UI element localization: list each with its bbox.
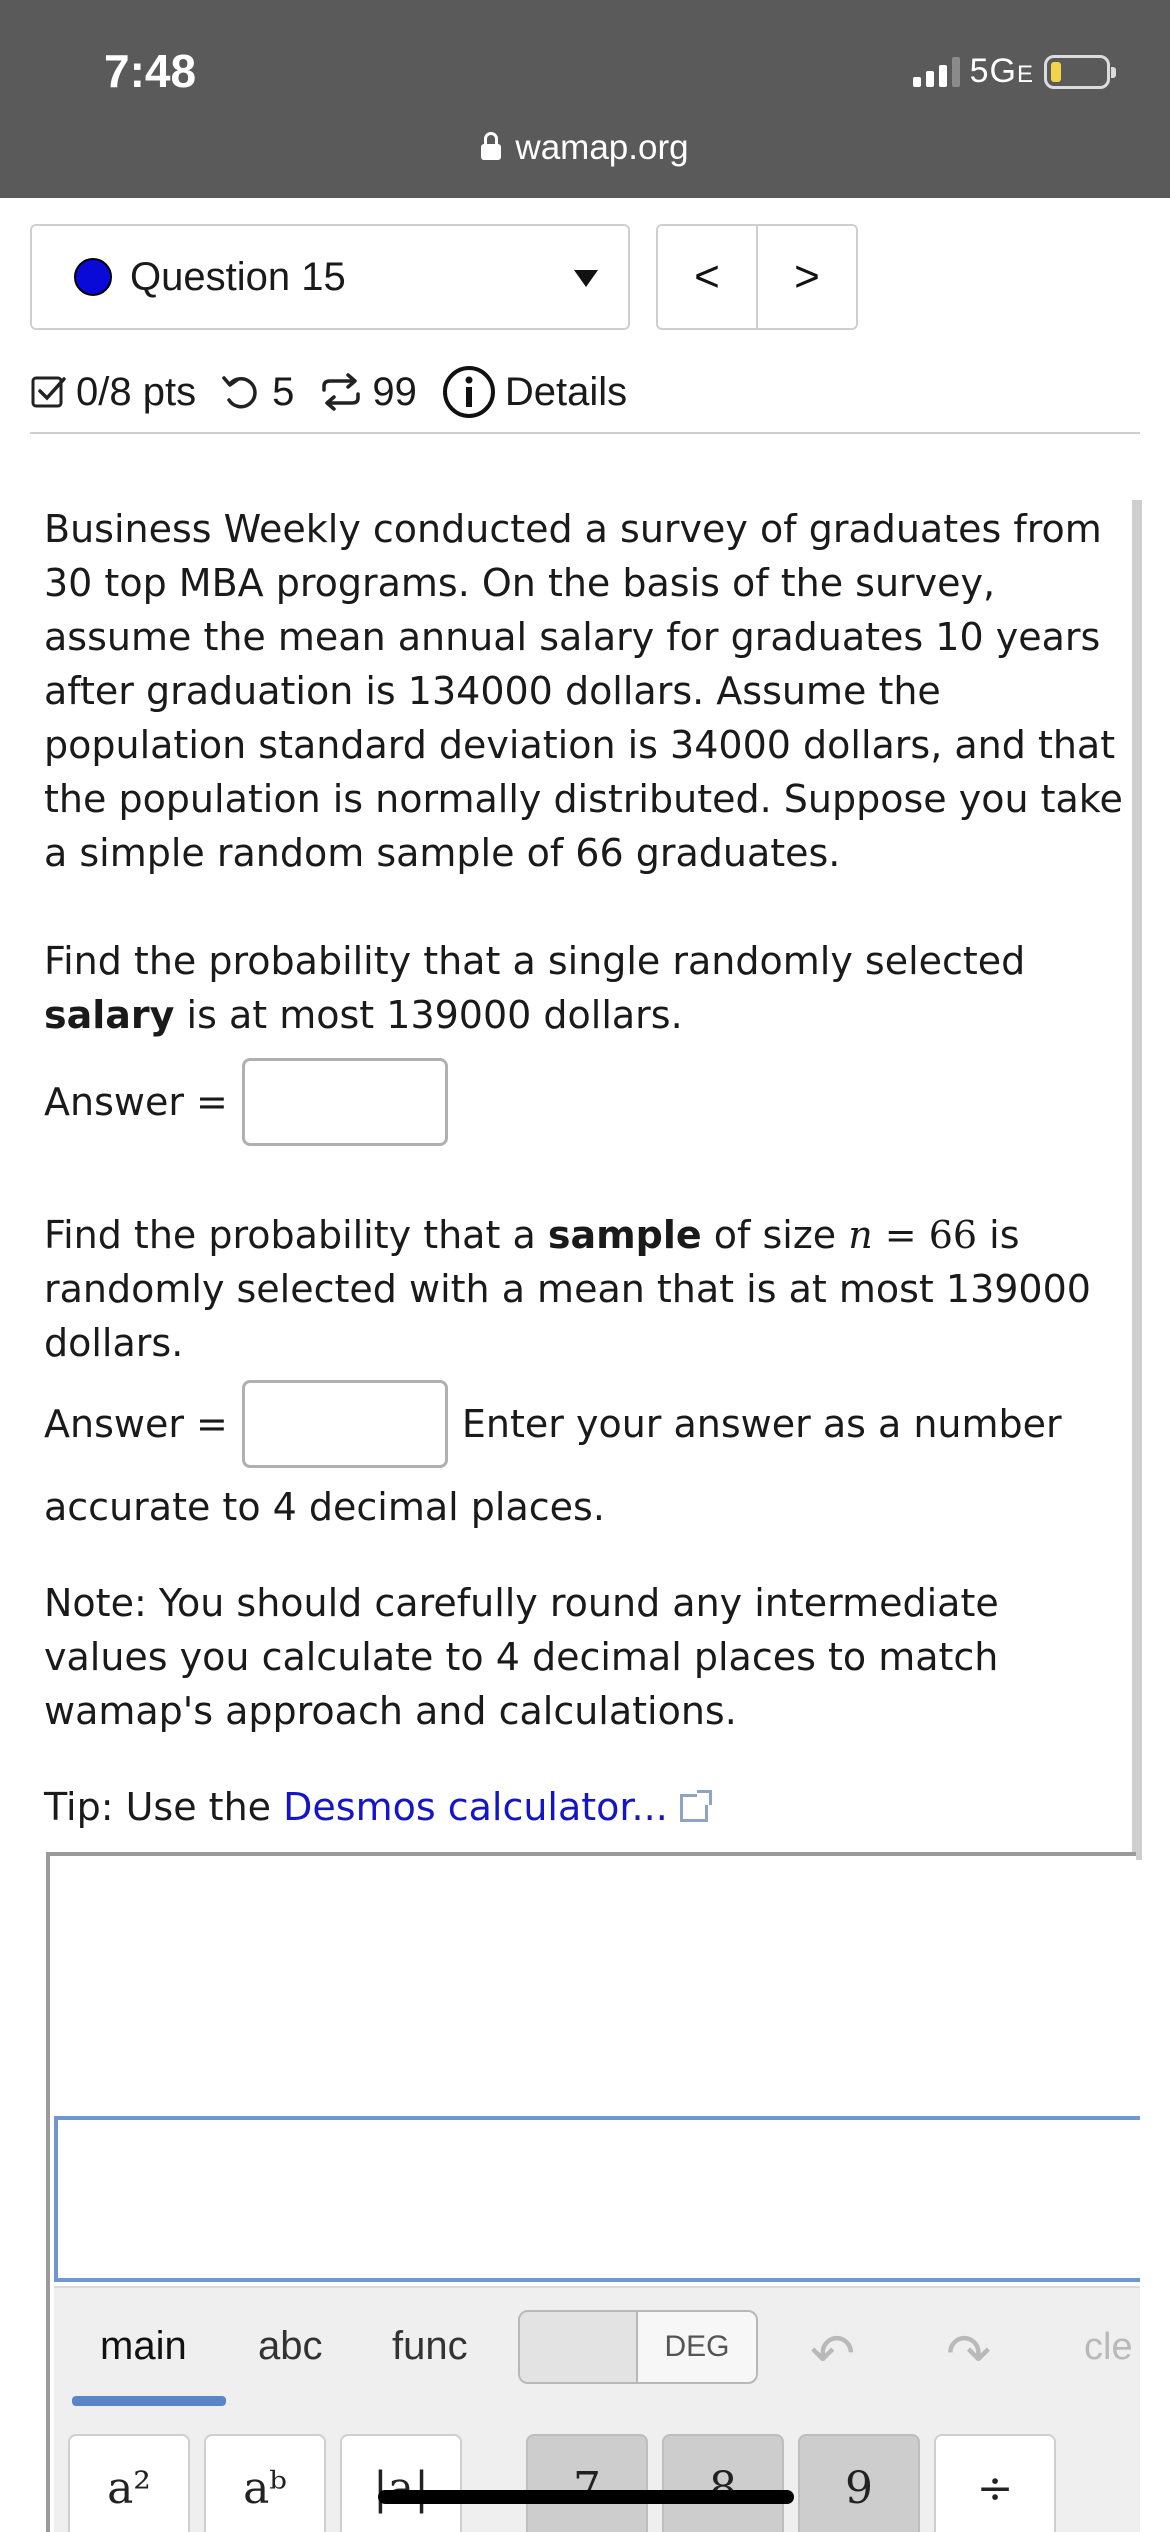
desmos-calculator: main abc func DEG ↶ ↷ cle a² aᵇ |a| 7 8 … (46, 1852, 1140, 2532)
answer2-row: Answer = Enter your answer as a number (44, 1380, 1134, 1468)
active-tab-indicator (72, 2396, 226, 2406)
question-content: Business Weekly conducted a survey of gr… (44, 502, 1134, 1834)
url-text: wamap.org (515, 128, 689, 167)
desmos-link[interactable]: Desmos calculator... (283, 1785, 668, 1829)
question-status-dot (74, 258, 112, 296)
keypad-row: a² aᵇ |a| 7 8 9 ÷ (54, 2434, 1140, 2532)
points-label: 0/8 pts (76, 369, 197, 414)
network-label: 5GE (969, 52, 1034, 90)
caret-down-icon (574, 270, 598, 287)
problem-intro: Business Weekly conducted a survey of gr… (44, 507, 1123, 875)
key-8[interactable]: 8 (662, 2434, 784, 2532)
rad-option[interactable] (520, 2312, 638, 2382)
deg-option[interactable]: DEG (638, 2312, 756, 2382)
external-link-icon[interactable] (679, 1790, 712, 1822)
answer2-label: Answer = (44, 1402, 228, 1446)
tab-main[interactable]: main (100, 2324, 187, 2369)
key-divide[interactable]: ÷ (934, 2434, 1056, 2532)
key-power[interactable]: aᵇ (204, 2434, 326, 2532)
details-button[interactable]: Details (441, 364, 627, 420)
question-label: Question 15 (130, 254, 346, 299)
url-bar[interactable]: wamap.org (0, 128, 1170, 168)
checkbox-icon (31, 376, 66, 408)
key-abs[interactable]: |a| (340, 2434, 462, 2532)
repeat-icon (322, 373, 361, 411)
signal-icon (912, 56, 960, 87)
redo-icon[interactable]: ↷ (946, 2322, 991, 2385)
answer1-row: Answer = (44, 1058, 1134, 1146)
key-9[interactable]: 9 (798, 2434, 920, 2532)
tab-func[interactable]: func (392, 2324, 468, 2369)
key-7[interactable]: 7 (526, 2434, 648, 2532)
answer2-hint-cont: accurate to 4 decimal places. (44, 1485, 605, 1529)
status-indicators: 5GE (912, 52, 1116, 91)
keypad-tabs: main abc func DEG ↶ ↷ cle (54, 2288, 1140, 2408)
part2-prompt: Find the probability that a sample of si… (44, 1213, 1091, 1365)
points-group: 0/8 pts (30, 370, 196, 415)
status-time: 7:48 (104, 45, 197, 97)
part1-prompt: Find the probability that a single rando… (44, 939, 1026, 1037)
tab-abc[interactable]: abc (258, 2324, 323, 2369)
details-label: Details (504, 369, 628, 414)
answer2-hint: Enter your answer as a number (461, 1402, 1062, 1446)
attempts-count: 99 (372, 369, 417, 414)
clear-button[interactable]: cle (1084, 2326, 1133, 2369)
home-indicator (378, 2490, 794, 2504)
expression-input[interactable] (54, 2116, 1140, 2282)
retry-icon (222, 376, 257, 409)
answer2-input[interactable] (241, 1380, 448, 1468)
battery-icon (1044, 54, 1116, 89)
question-nav: < > (656, 224, 858, 330)
status-bar: 7:48 5GE wamap.org (0, 0, 1170, 198)
rounding-note: Note: You should carefully round any int… (44, 1581, 999, 1733)
retries-count: 5 (272, 369, 295, 414)
next-question-button[interactable]: > (756, 226, 856, 328)
question-select[interactable]: Question 15 (30, 224, 630, 330)
angle-mode-toggle[interactable]: DEG (518, 2310, 758, 2384)
info-icon (442, 366, 495, 418)
lock-icon (481, 132, 502, 160)
attempts-group: 99 (318, 370, 417, 415)
undo-icon[interactable]: ↶ (810, 2322, 855, 2385)
tip-line: Tip: Use the Desmos calculator... (44, 1780, 1134, 1834)
answer1-input[interactable] (241, 1058, 448, 1146)
answer1-label: Answer = (44, 1080, 228, 1124)
retries-group: 5 (220, 370, 294, 415)
key-square[interactable]: a² (68, 2434, 190, 2532)
question-meta-bar: 0/8 pts 5 99 Details (30, 352, 1140, 434)
prev-question-button[interactable]: < (658, 226, 756, 328)
